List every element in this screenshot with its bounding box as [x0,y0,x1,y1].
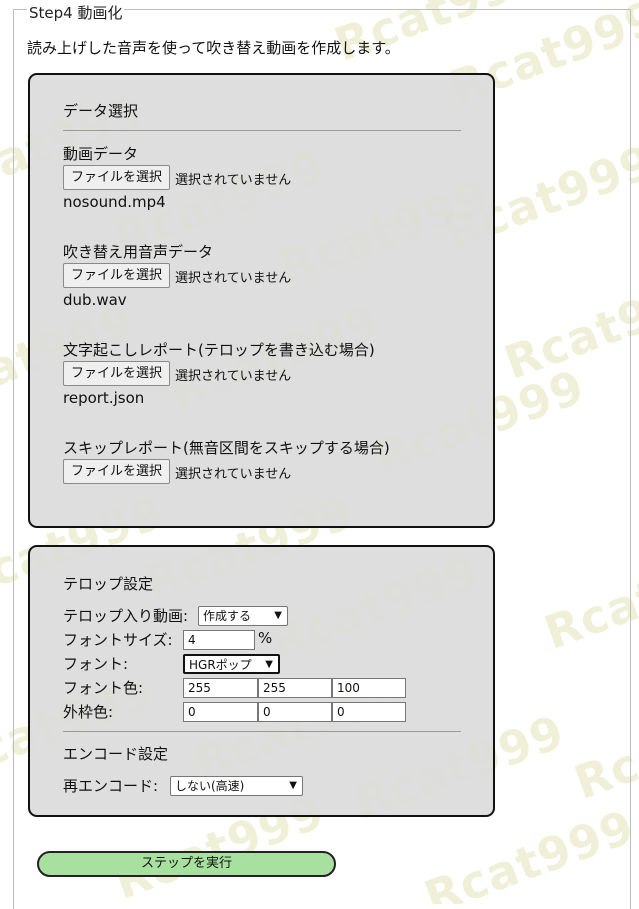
divider [63,731,461,732]
video-file-status: 選択されていません [175,173,292,188]
chevron-down-icon: ▼ [265,659,273,670]
reencode-value: しない(高速) [175,779,245,793]
step4-fieldset: Step4 動画化 読み上げした音声を使って吹き替え動画を作成します。 データ選… [13,2,631,909]
data-select-panel: データ選択 動画データ ファイルを選択 選択されていません nosound.mp… [28,73,495,528]
chevron-down-icon: ▼ [289,780,297,791]
skip-report-label: スキップレポート(無音区間をスキップする場合) [63,439,390,457]
dub-audio-filename: dub.wav [63,291,127,309]
step-intro: 読み上げした音声を使って吹き替え動画を作成します。 [27,39,400,57]
skip-report-file-status: 選択されていません [175,467,292,482]
telop-video-label: テロップ入り動画: [63,607,189,625]
transcript-report-label: 文字起こしレポート(テロップを書き込む場合) [63,341,375,359]
transcript-report-filename: report.json [63,389,145,407]
font-value: HGRポップ [189,658,252,672]
video-filename: nosound.mp4 [63,193,166,211]
font-select[interactable]: HGRポップ ▼ [183,654,280,674]
telop-video-select[interactable]: 作成する ▼ [198,606,288,626]
font-size-input[interactable]: 4 [183,630,255,650]
encode-settings-title: エンコード設定 [63,745,169,763]
dub-audio-file-button[interactable]: ファイルを選択 [63,263,170,288]
outline-color-r-input[interactable]: 0 [183,702,258,722]
telop-settings-title: テロップ設定 [63,575,154,593]
font-label: フォント: [63,655,129,673]
font-color-label: フォント色: [63,679,144,697]
skip-report-file-button[interactable]: ファイルを選択 [63,459,170,484]
step-legend: Step4 動画化 [27,2,125,23]
font-size-unit: % [258,629,273,647]
settings-panel: テロップ設定 テロップ入り動画: 作成する ▼ フォントサイズ: 4 % フォン… [28,545,495,817]
font-size-label: フォントサイズ: [63,631,173,649]
video-data-label: 動画データ [63,145,139,163]
outline-color-b-input[interactable]: 0 [332,702,406,722]
chevron-down-icon: ▼ [274,610,282,621]
font-color-g-input[interactable]: 255 [258,678,332,698]
outline-color-label: 外枠色: [63,703,114,721]
video-file-button[interactable]: ファイルを選択 [63,165,170,190]
transcript-report-file-button[interactable]: ファイルを選択 [63,361,170,386]
reencode-select[interactable]: しない(高速) ▼ [170,776,303,796]
transcript-report-file-status: 選択されていません [175,369,292,384]
dub-audio-label: 吹き替え用音声データ [63,243,214,261]
font-color-r-input[interactable]: 255 [183,678,258,698]
reencode-label: 再エンコード: [63,777,159,795]
telop-video-value: 作成する [203,609,252,623]
dub-audio-file-status: 選択されていません [175,271,292,286]
run-step-button[interactable]: ステップを実行 [37,851,336,877]
outline-color-g-input[interactable]: 0 [258,702,332,722]
font-color-b-input[interactable]: 100 [332,678,406,698]
divider [63,130,461,131]
data-select-title: データ選択 [63,102,139,120]
